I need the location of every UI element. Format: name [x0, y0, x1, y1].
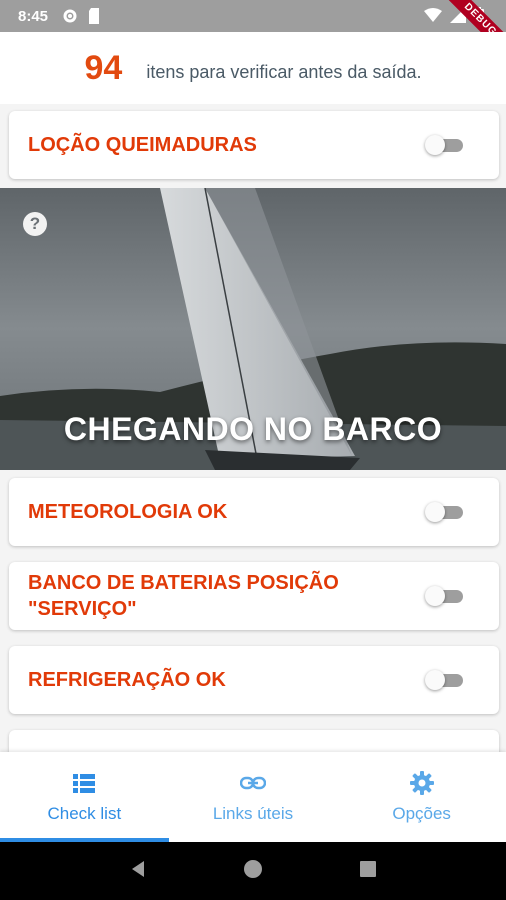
checklist-item[interactable]: REFRIGERAÇÃO OK [9, 646, 499, 714]
checklist-item[interactable]: METEOROLOGIA OK [9, 478, 499, 546]
checklist-item-label: LOÇÃO QUEIMADURAS [28, 134, 257, 156]
bottom-navigation: Check list Links úteis Opções [0, 752, 506, 842]
toggle-thumb [425, 586, 445, 606]
checklist-item[interactable]: LOÇÃO QUEIMADURAS [9, 111, 499, 179]
section-title: CHEGANDO NO BARCO [63, 411, 443, 447]
toggle-thumb [425, 135, 445, 155]
clock: 8:45 [18, 7, 49, 25]
gear-icon [409, 770, 435, 796]
summary-header: 94 itens para verificar antes da saída. [0, 32, 506, 104]
link-icon [239, 770, 267, 796]
toggle-thumb [425, 502, 445, 522]
items-count-label: itens para verificar antes da saída. [146, 61, 422, 82]
system-navigation-bar [0, 842, 506, 900]
status-bar: 8:45 DEBUG [0, 0, 506, 69]
checklist-item-partial[interactable] [9, 730, 499, 752]
tab-label: Links úteis [212, 804, 294, 823]
settings-status-icon [62, 8, 78, 24]
checklist-item-label: BANCO DE BATERIAS POSIÇÃO "SERVIÇO" [28, 572, 339, 620]
checklist-content[interactable]: LOÇÃO QUEIMADURAS ? CHEGANDO NO BARCO ME… [0, 104, 506, 752]
checklist-item[interactable]: BANCO DE BATERIAS POSIÇÃO "SERVIÇO" [9, 562, 499, 630]
recents-icon[interactable] [358, 859, 378, 884]
home-icon[interactable] [243, 859, 263, 884]
wifi-icon [424, 8, 442, 26]
tab-opcoes[interactable]: Opções [337, 752, 506, 842]
checklist-item-toggle[interactable] [425, 135, 465, 155]
back-icon[interactable] [128, 859, 148, 884]
items-count: 94 [84, 48, 123, 87]
checklist-item-toggle[interactable] [425, 586, 465, 606]
tab-links-uteis[interactable]: Links úteis [169, 752, 338, 842]
question-circle-icon[interactable]: ? [23, 212, 47, 236]
section-header-image: ? CHEGANDO NO BARCO [0, 188, 506, 470]
sim-card-icon [88, 8, 104, 24]
checklist-item-toggle[interactable] [425, 502, 465, 522]
toggle-thumb [425, 670, 445, 690]
tab-label: Check list [47, 804, 122, 823]
checklist-item-label: METEOROLOGIA OK [28, 501, 228, 523]
checklist-item-toggle[interactable] [425, 670, 465, 690]
checklist-item-label: REFRIGERAÇÃO OK [28, 669, 226, 691]
tab-check-list[interactable]: Check list [0, 752, 169, 842]
list-icon [71, 770, 97, 796]
tab-label: Opções [392, 804, 451, 823]
